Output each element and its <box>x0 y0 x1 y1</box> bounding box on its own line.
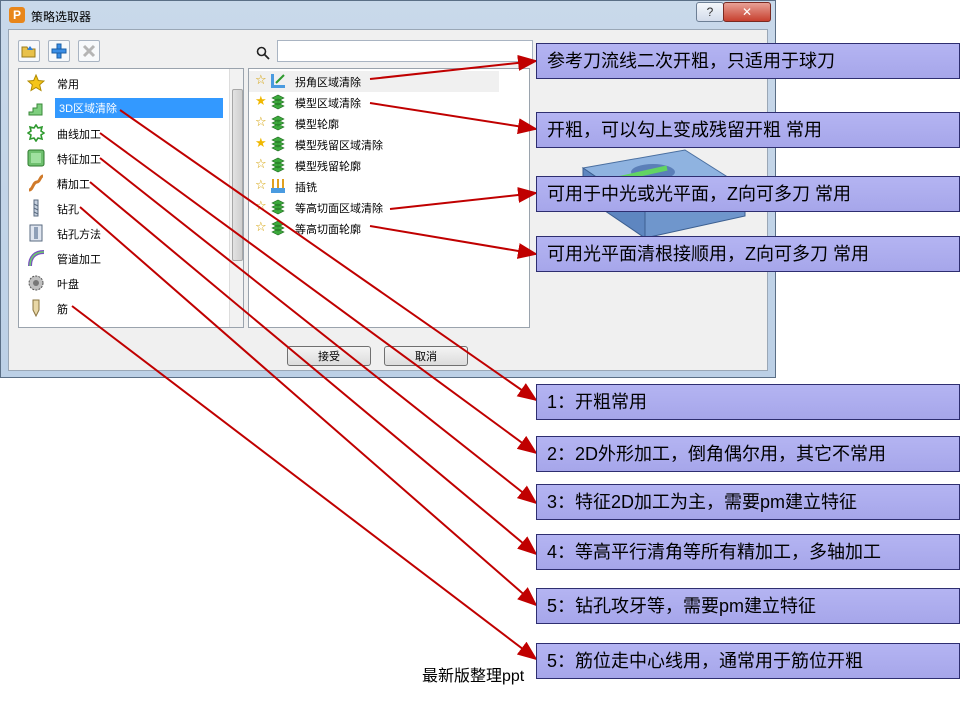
category-item-rib[interactable]: 筋 <box>19 296 227 321</box>
annotation-box: 可用于中光或光平面，Z向可多刀 常用 <box>536 176 960 212</box>
annotation-box: 3：特征2D加工为主，需要pm建立特征 <box>536 484 960 520</box>
layers-icon <box>271 220 285 236</box>
corner-clear-icon <box>271 74 285 88</box>
category-label: 3D区域清除 <box>55 98 223 118</box>
add-button[interactable] <box>48 40 70 62</box>
category-list: 常用 3D区域清除 曲线加工 特征加工 精加工 钻孔 钻孔方法 管道加工 叶盘 … <box>18 68 244 328</box>
close-button[interactable]: ✕ <box>723 2 771 22</box>
accept-button[interactable]: 接受 <box>287 346 371 366</box>
annotation-box: 1：开粗常用 <box>536 384 960 420</box>
open-folder-icon <box>21 46 36 58</box>
annotation-box: 开粗，可以勾上变成残留开粗 常用 <box>536 112 960 148</box>
strategy-item[interactable]: ☆ 模型轮廓 <box>249 113 499 134</box>
layers-icon <box>271 157 285 173</box>
star-outline-icon[interactable]: ☆ <box>255 220 267 234</box>
category-label: 筋 <box>57 304 68 316</box>
strategy-label: 模型残留轮廓 <box>295 161 361 173</box>
strategy-item[interactable]: ★ 模型残留区域清除 <box>249 134 499 155</box>
star-filled-icon[interactable]: ★ <box>255 136 267 150</box>
pipe-icon <box>28 250 45 267</box>
strategy-item[interactable]: ☆ 插铣 <box>249 176 499 197</box>
category-item-drill-method[interactable]: 钻孔方法 <box>19 221 227 246</box>
strategy-label: 插铣 <box>295 182 317 194</box>
star-outline-icon[interactable]: ☆ <box>255 115 267 129</box>
layers-icon <box>271 94 285 110</box>
annotation-box: 参考刀流线二次开粗，只适用于球刀 <box>536 43 960 79</box>
category-item-finishing[interactable]: 精加工 <box>19 171 227 196</box>
blisk-icon <box>28 275 44 291</box>
category-item-pipe[interactable]: 管道加工 <box>19 246 227 271</box>
category-scrollbar[interactable] <box>229 69 243 327</box>
star-outline-icon[interactable]: ☆ <box>255 178 267 192</box>
title-bar[interactable]: P 策略选取器 ? ✕ <box>1 1 775 29</box>
category-label: 常用 <box>57 79 79 91</box>
footer-text: 最新版整理ppt <box>422 668 525 685</box>
strategy-label: 等高切面轮廓 <box>295 224 361 236</box>
category-item-drilling[interactable]: 钻孔 <box>19 196 227 221</box>
drill-method-icon <box>29 224 43 242</box>
scrollbar-thumb[interactable] <box>232 89 243 261</box>
add-icon <box>51 43 67 59</box>
category-label: 特征加工 <box>57 154 101 166</box>
strategy-item[interactable]: ☆ 等高切面区域清除 <box>249 197 499 218</box>
layers-icon <box>271 199 285 215</box>
curve-icon <box>27 124 45 142</box>
category-label: 钻孔 <box>57 204 79 216</box>
star-icon <box>27 74 45 92</box>
search-input[interactable] <box>277 40 533 62</box>
category-item-common[interactable]: 常用 <box>19 71 227 96</box>
star-filled-icon[interactable]: ★ <box>255 94 267 108</box>
annotation-box: 2：2D外形加工，倒角偶尔用，其它不常用 <box>536 436 960 472</box>
star-outline-icon[interactable]: ☆ <box>255 157 267 171</box>
category-label: 曲线加工 <box>57 129 101 141</box>
category-item-blisk[interactable]: 叶盘 <box>19 271 227 296</box>
delete-button[interactable] <box>78 40 100 62</box>
window-title: 策略选取器 <box>31 10 92 24</box>
strategy-label: 模型轮廓 <box>295 119 339 131</box>
area-clear-icon <box>28 103 43 116</box>
strategy-label: 模型区域清除 <box>295 98 361 110</box>
category-label: 管道加工 <box>57 254 101 266</box>
delete-icon <box>82 44 96 58</box>
open-folder-button[interactable] <box>18 40 40 62</box>
annotation-box: 5：钻孔攻牙等，需要pm建立特征 <box>536 588 960 624</box>
drill-icon <box>33 199 39 217</box>
plunge-mill-icon <box>271 179 285 193</box>
category-label: 叶盘 <box>57 279 79 291</box>
category-item-curve[interactable]: 曲线加工 <box>19 121 227 146</box>
strategy-item[interactable]: ☆ 模型残留轮廓 <box>249 155 499 176</box>
app-icon: P <box>9 7 25 23</box>
strategy-label: 等高切面区域清除 <box>295 203 383 215</box>
annotation-box: 可用光平面清根接顺用，Z向可多刀 常用 <box>536 236 960 272</box>
annotation-box: 4：等高平行清角等所有精加工，多轴加工 <box>536 534 960 570</box>
strategy-item[interactable]: ☆ 等高切面轮廓 <box>249 218 499 239</box>
category-item-3d-area-clear[interactable]: 3D区域清除 <box>19 96 227 121</box>
strategy-label: 模型残留区域清除 <box>295 140 383 152</box>
layers-icon <box>271 115 285 131</box>
star-outline-icon[interactable]: ☆ <box>255 199 267 213</box>
annotation-box: 5：筋位走中心线用，通常用于筋位开粗 <box>536 643 960 679</box>
help-button[interactable]: ? <box>696 2 724 22</box>
finishing-icon <box>28 174 44 192</box>
feature-icon <box>27 149 45 167</box>
cancel-button[interactable]: 取消 <box>384 346 468 366</box>
category-label: 精加工 <box>57 179 90 191</box>
strategy-list: ☆ 拐角区域清除 ★ 模型区域清除 ☆ 模型轮廓 ★ 模型残留区域清除 ☆ 模型… <box>248 68 530 328</box>
strategy-label: 拐角区域清除 <box>295 77 361 89</box>
strategy-item[interactable]: ☆ 拐角区域清除 <box>249 71 499 92</box>
search-icon <box>256 46 270 60</box>
category-item-feature[interactable]: 特征加工 <box>19 146 227 171</box>
strategy-item[interactable]: ★ 模型区域清除 <box>249 92 499 113</box>
category-label: 钻孔方法 <box>57 229 101 241</box>
layers-icon <box>271 136 285 152</box>
star-outline-icon[interactable]: ☆ <box>255 73 267 87</box>
rib-icon <box>32 299 40 317</box>
